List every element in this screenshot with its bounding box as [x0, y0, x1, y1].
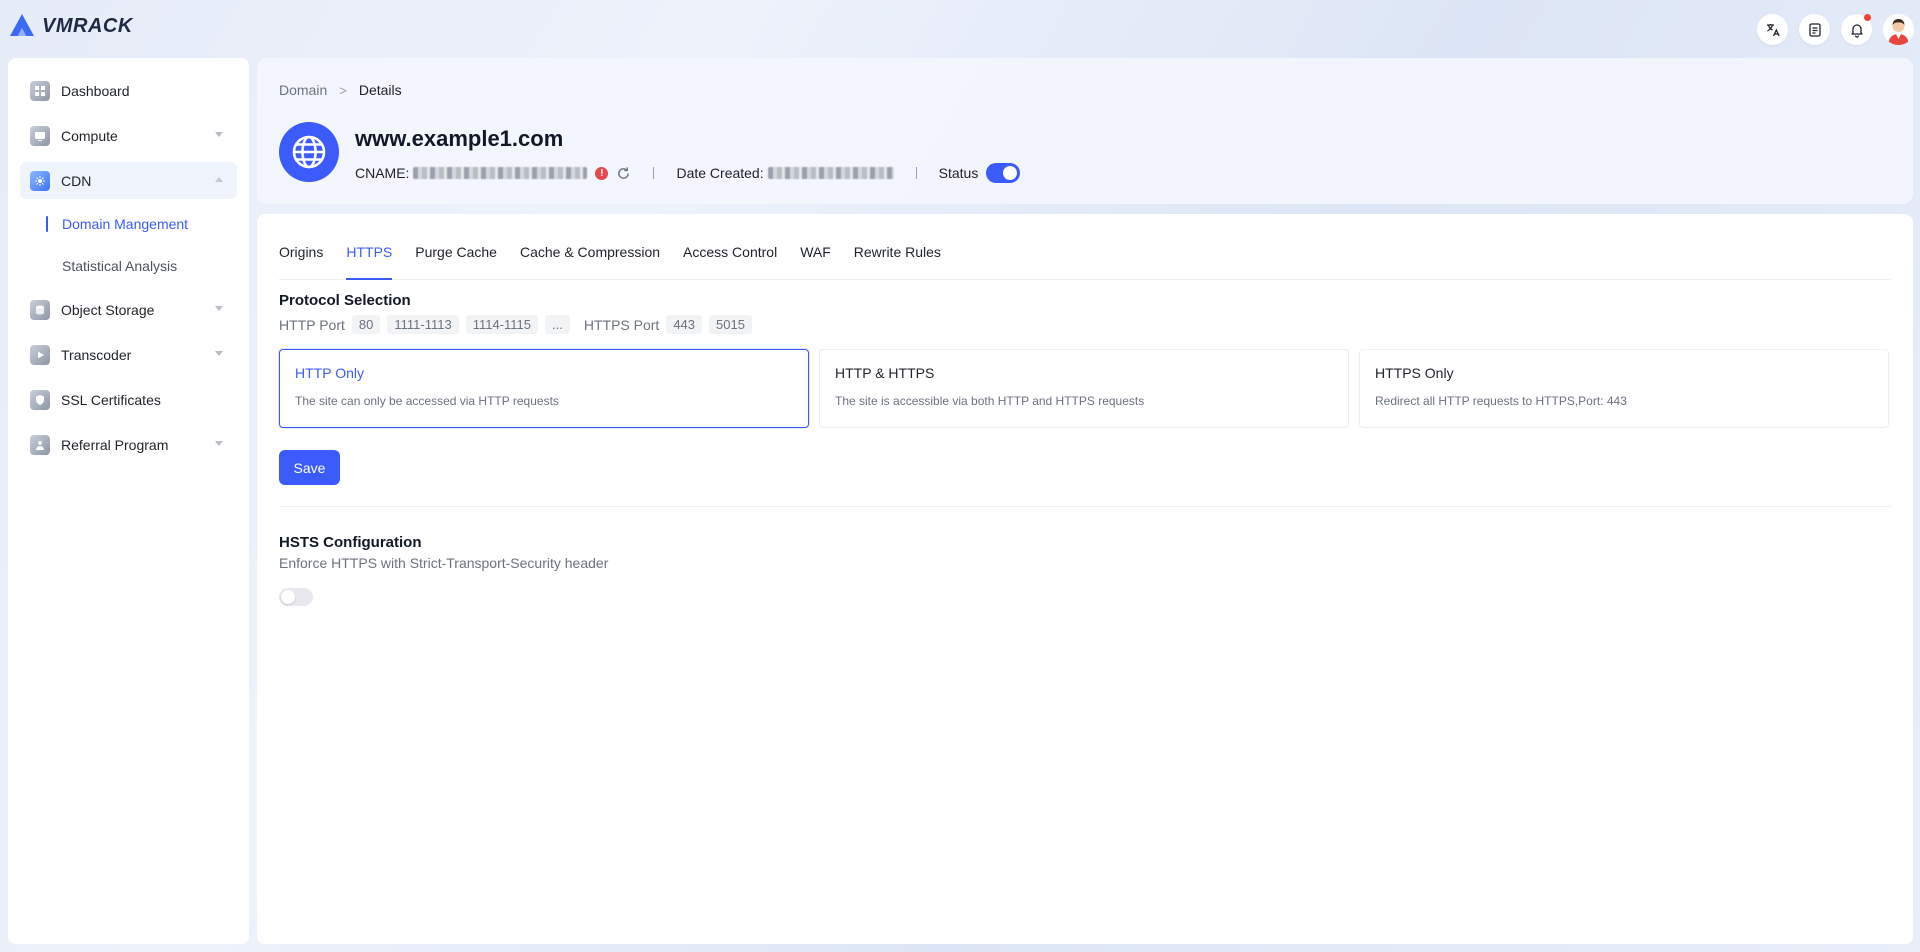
- sidebar-item-label: Object Storage: [61, 301, 155, 318]
- status-label: Status: [938, 165, 979, 181]
- hsts-description: Enforce HTTPS with Strict-Transport-Secu…: [279, 555, 609, 571]
- http-port-chip: 1111-1113: [387, 315, 459, 334]
- sidebar-item-object-storage[interactable]: Object Storage: [20, 291, 237, 328]
- more-ports-chip[interactable]: ...: [545, 315, 570, 334]
- option-title: HTTP Only: [295, 365, 364, 381]
- transcoder-icon: [30, 344, 50, 365]
- tab-bar: Origins HTTPS Purge Cache Cache & Compre…: [279, 228, 1891, 280]
- sidebar-item-label: Compute: [61, 127, 118, 144]
- date-created-label: Date Created:: [676, 165, 764, 181]
- bell-icon: [1850, 23, 1863, 38]
- chevron-right-icon: >: [339, 82, 347, 98]
- option-http-and-https[interactable]: HTTP & HTTPS The site is accessible via …: [819, 349, 1349, 428]
- sidebar-item-ssl-certificates[interactable]: SSL Certificates: [20, 381, 237, 418]
- protocol-selection-title: Protocol Selection: [279, 292, 411, 309]
- tab-waf[interactable]: WAF: [800, 228, 831, 280]
- compute-icon: [30, 125, 50, 146]
- sidebar-subitem-statistical-analysis[interactable]: Statistical Analysis: [46, 249, 249, 283]
- document-button[interactable]: [1799, 14, 1830, 45]
- option-description: Redirect all HTTP requests to HTTPS,Port…: [1375, 394, 1627, 408]
- option-description: The site is accessible via both HTTP and…: [835, 394, 1145, 408]
- sidebar-subitem-domain-management[interactable]: Domain Mangement: [46, 207, 249, 241]
- option-description: The site can only be accessed via HTTP r…: [295, 394, 559, 408]
- dashboard-icon: [30, 80, 50, 101]
- breadcrumb: Domain > Details: [279, 82, 402, 98]
- http-port-chip: 80: [351, 315, 381, 334]
- tab-access-control[interactable]: Access Control: [683, 228, 777, 280]
- sidebar-item-referral-program[interactable]: Referral Program: [20, 426, 237, 463]
- avatar[interactable]: [1883, 14, 1914, 45]
- chevron-up-icon[interactable]: [215, 177, 223, 182]
- https-port-chip: 5015: [709, 315, 752, 334]
- status-toggle[interactable]: [986, 163, 1021, 183]
- http-port-label: HTTP Port: [279, 316, 345, 333]
- section-divider: [279, 506, 1891, 507]
- top-bar: VMRACK: [0, 0, 1920, 56]
- option-title: HTTP & HTTPS: [835, 365, 935, 381]
- sidebar: Dashboard Compute CDN Domain Mangement S…: [8, 58, 249, 944]
- hsts-title: HSTS Configuration: [279, 534, 422, 551]
- sidebar-item-transcoder[interactable]: Transcoder: [20, 336, 237, 373]
- refresh-icon[interactable]: [616, 166, 631, 181]
- cname-value-redacted: [413, 167, 588, 179]
- ssl-icon: [30, 389, 50, 410]
- logo[interactable]: VMRACK: [8, 12, 133, 40]
- https-port-label: HTTPS Port: [583, 316, 660, 333]
- referral-icon: [30, 434, 50, 455]
- cdn-icon: [30, 170, 50, 191]
- storage-icon: [30, 299, 50, 320]
- sidebar-item-label: CDN: [61, 172, 92, 189]
- sidebar-item-dashboard[interactable]: Dashboard: [20, 72, 237, 109]
- option-http-only[interactable]: HTTP Only The site can only be accessed …: [279, 349, 809, 428]
- sidebar-item-compute[interactable]: Compute: [20, 117, 237, 154]
- chevron-down-icon[interactable]: [215, 306, 223, 311]
- tab-origins[interactable]: Origins: [279, 228, 323, 280]
- https-settings-panel: Origins HTTPS Purge Cache Cache & Compre…: [257, 214, 1913, 944]
- tab-cache-compression[interactable]: Cache & Compression: [520, 228, 660, 280]
- sidebar-subitem-label: Statistical Analysis: [62, 258, 178, 274]
- brand-name: VMRACK: [42, 14, 133, 37]
- domain-meta: CNAME: ! Date Created: Status: [355, 163, 1021, 183]
- tab-purge-cache[interactable]: Purge Cache: [415, 228, 497, 280]
- domain-header: Domain > Details www.example1.com CNAME:…: [257, 58, 1913, 204]
- divider: [653, 167, 655, 179]
- notifications-button[interactable]: [1841, 14, 1872, 45]
- notification-dot: [1864, 14, 1871, 21]
- hsts-toggle[interactable]: [279, 588, 313, 606]
- chevron-down-icon[interactable]: [215, 132, 223, 137]
- translate-button[interactable]: [1757, 14, 1788, 45]
- cname-label: CNAME:: [355, 165, 410, 181]
- sidebar-item-cdn[interactable]: CDN: [20, 162, 237, 199]
- protocol-options: HTTP Only The site can only be accessed …: [279, 349, 1889, 428]
- chevron-down-icon[interactable]: [215, 351, 223, 356]
- sidebar-item-label: SSL Certificates: [61, 391, 161, 408]
- sidebar-item-label: Transcoder: [61, 346, 132, 363]
- https-port-chip: 443: [666, 315, 703, 334]
- globe-icon: [279, 122, 339, 182]
- breadcrumb-domain-link[interactable]: Domain: [279, 82, 327, 98]
- breadcrumb-current: Details: [358, 82, 402, 98]
- save-button[interactable]: Save: [279, 450, 340, 485]
- sidebar-item-label: Dashboard: [61, 82, 130, 99]
- option-title: HTTPS Only: [1375, 365, 1454, 381]
- logo-icon: [10, 14, 34, 36]
- page-title: www.example1.com: [355, 126, 564, 151]
- port-list: HTTP Port 80 1111-1113 1114-1115 ... HTT…: [279, 315, 752, 334]
- tab-rewrite-rules[interactable]: Rewrite Rules: [854, 228, 941, 280]
- tab-https[interactable]: HTTPS: [346, 228, 392, 280]
- sidebar-item-label: Referral Program: [61, 436, 169, 453]
- document-icon: [1808, 22, 1821, 37]
- chevron-down-icon[interactable]: [215, 441, 223, 446]
- translate-icon: [1766, 23, 1780, 36]
- divider: [915, 167, 917, 179]
- date-created-value-redacted: [767, 167, 894, 179]
- sidebar-subitem-label: Domain Mangement: [62, 216, 189, 232]
- option-https-only[interactable]: HTTPS Only Redirect all HTTP requests to…: [1359, 349, 1889, 428]
- user-avatar-icon: [1888, 19, 1909, 45]
- warning-icon[interactable]: !: [595, 166, 609, 180]
- http-port-chip: 1114-1115: [465, 315, 539, 334]
